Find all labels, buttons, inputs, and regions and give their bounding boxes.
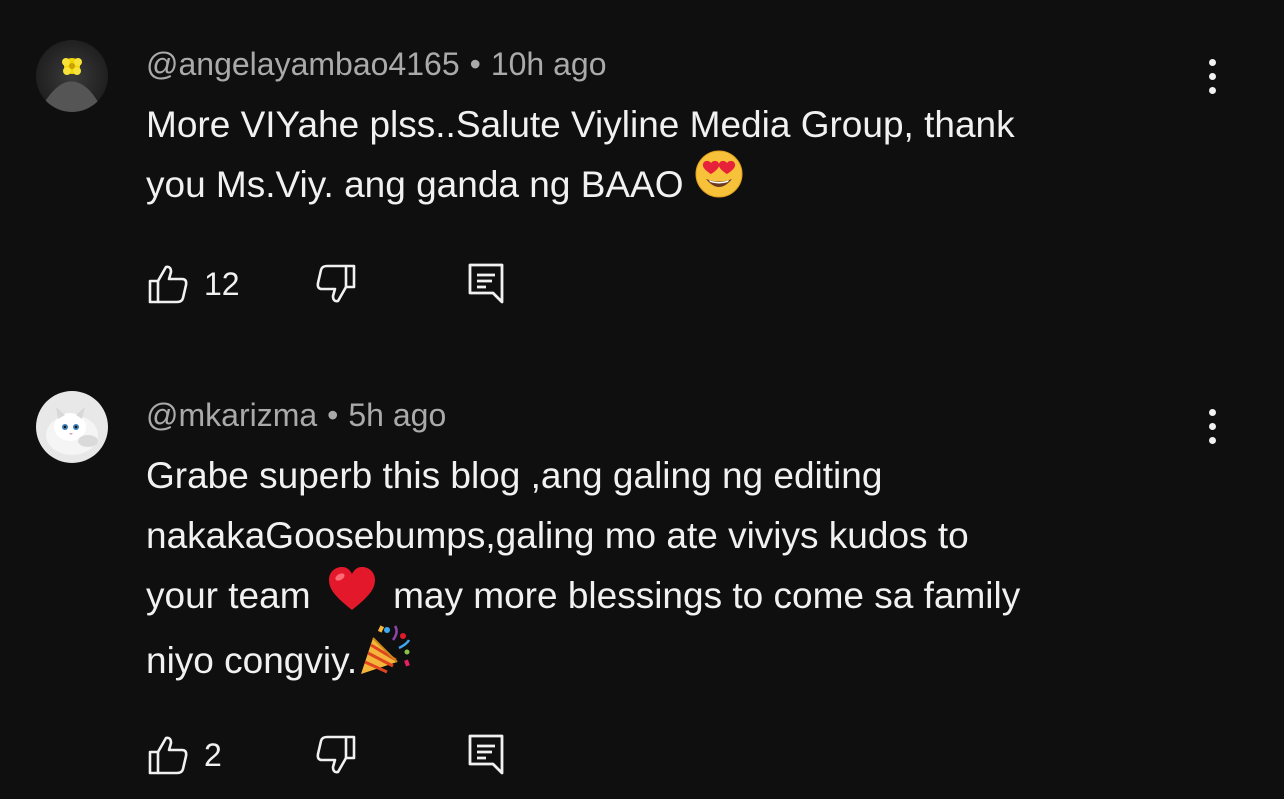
- vertical-ellipsis-icon: [1208, 408, 1216, 416]
- more-options-button[interactable]: [1192, 402, 1232, 450]
- comment-1: @angelayambao4165 • 10h ago More VIYahe pl…: [0, 0, 1284, 360]
- vertical-ellipsis-dot: [1208, 422, 1216, 430]
- comment-line-with-emoji: you Ms.Viy. ang ganda ng BAAO: [146, 150, 1176, 217]
- comment-line: niyo congviy.: [146, 640, 358, 681]
- avatar[interactable]: [36, 40, 108, 112]
- comment-line: Grabe superb this blog ,ang galing ng ed…: [146, 455, 883, 496]
- comment-line: your team: [146, 575, 311, 616]
- reply-button[interactable]: [464, 262, 508, 306]
- like-button[interactable]: 2: [146, 733, 222, 777]
- comment-line: More VIYahe plss..Salute Viyline Media G…: [146, 104, 1015, 145]
- dislike-button[interactable]: [314, 733, 358, 777]
- comment-meta: @angelayambao4165 • 10h ago: [146, 44, 606, 84]
- comment-2: @mkarizma • 5h ago Grabe superb this blog …: [0, 360, 1284, 799]
- red-heart-icon: [327, 566, 377, 630]
- comment-line-with-emoji: niyo congviy.: [146, 625, 1176, 696]
- comment-time: 5h ago: [348, 397, 447, 433]
- comment-actions: 2: [146, 733, 566, 777]
- avatar[interactable]: [36, 391, 108, 463]
- author-name[interactable]: @mkarizma: [146, 397, 317, 433]
- more-options-button[interactable]: [1192, 52, 1232, 100]
- meta-separator: •: [469, 46, 481, 82]
- comment-line: you Ms.Viy. ang ganda ng BAAO: [146, 164, 684, 205]
- thumbs-down-icon: [316, 735, 356, 774]
- like-count: 2: [204, 736, 222, 773]
- vertical-ellipsis-dot: [1208, 86, 1216, 94]
- comment-time: 10h ago: [490, 46, 607, 82]
- like-count: 12: [204, 265, 240, 302]
- party-popper-icon: [357, 622, 413, 696]
- meta-separator: •: [327, 397, 339, 433]
- vertical-ellipsis-dot: [1208, 72, 1216, 80]
- comment-meta: @mkarizma • 5h ago: [146, 395, 446, 435]
- comment-text: Grabe superb this blog ,ang galing ng ed…: [146, 446, 1176, 696]
- dislike-button[interactable]: [314, 262, 358, 306]
- comment-line-with-emoji: your team may more blessings to come sa …: [146, 566, 1176, 630]
- smiling-face-with-heart-eyes-icon: [694, 149, 744, 217]
- reply-button[interactable]: [464, 733, 508, 777]
- reply-icon: [468, 734, 504, 775]
- thumbs-up-icon: [148, 736, 188, 775]
- author-name[interactable]: @angelayambao4165: [146, 46, 460, 82]
- reply-icon: [468, 263, 504, 304]
- thumbs-up-icon: [148, 265, 188, 304]
- comment-line: may more blessings to come sa family: [393, 575, 1021, 616]
- comment-text: More VIYahe plss..Salute Viyline Media G…: [146, 95, 1176, 217]
- thumbs-down-icon: [316, 264, 356, 303]
- like-button[interactable]: 12: [146, 262, 240, 306]
- vertical-ellipsis-dot: [1208, 436, 1216, 444]
- comment-actions: 12: [146, 262, 566, 306]
- comment-line: nakakaGoosebumps,galing mo ate viviys ku…: [146, 515, 969, 556]
- vertical-ellipsis-icon: [1208, 58, 1216, 66]
